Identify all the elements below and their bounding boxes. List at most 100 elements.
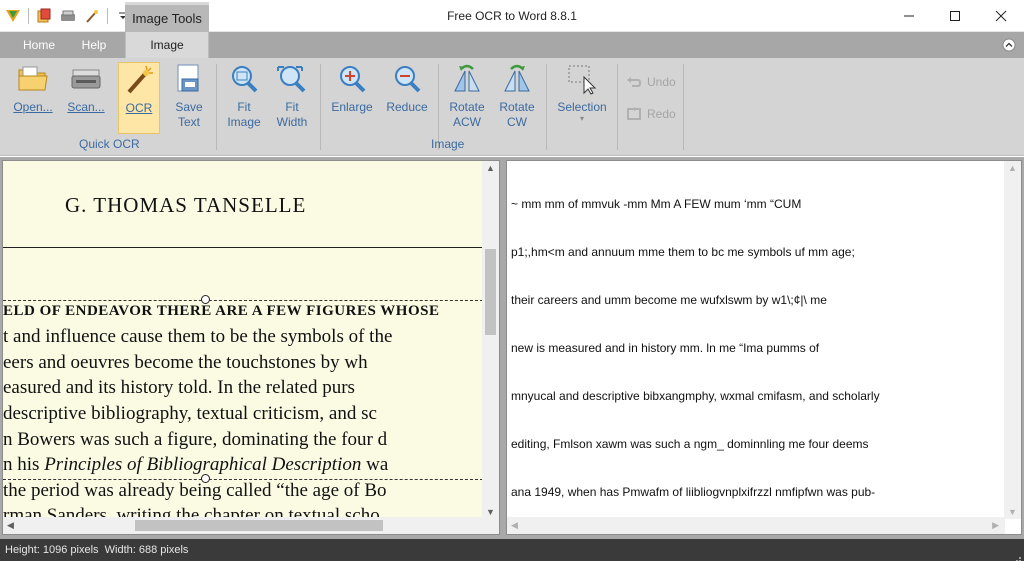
- group-separator: [546, 64, 547, 150]
- selection-dropdown-icon: ▾: [579, 114, 584, 123]
- scroll-down-arrow-icon[interactable]: ▼: [486, 507, 495, 517]
- status-bar: Height: 1096 pixels Width: 688 pixels: [0, 539, 1024, 561]
- group-separator: [683, 64, 684, 150]
- save-icon: [172, 62, 206, 96]
- page-line: n his Principles of Bibliographical Desc…: [3, 454, 388, 476]
- quick-access-toolbar: [2, 5, 134, 27]
- page-line: t and influence cause them to be the sym…: [3, 326, 393, 347]
- scroll-up-arrow-icon[interactable]: ▲: [486, 163, 495, 173]
- tab-image[interactable]: Image: [125, 32, 209, 59]
- scanner-icon: [69, 62, 103, 96]
- fit-width-label-line1: Fit: [285, 100, 299, 114]
- text-vertical-scrollbar[interactable]: ▲ ▼: [1004, 161, 1021, 519]
- selection-icon: [565, 62, 599, 96]
- rotate-acw-button[interactable]: Rotate ACW: [444, 62, 490, 134]
- undo-label: Undo: [647, 75, 676, 89]
- open-button[interactable]: Open...: [8, 62, 58, 134]
- folder-icon: [16, 62, 50, 96]
- maximize-button[interactable]: [932, 0, 978, 32]
- image-vertical-scrollbar[interactable]: ▲ ▼: [482, 161, 499, 519]
- app-logo-icon[interactable]: [2, 5, 24, 27]
- open-label: Open...: [13, 100, 53, 114]
- undo-button[interactable]: Undo: [626, 72, 676, 92]
- image-group-label: Image: [431, 137, 465, 151]
- ocr-result-pane[interactable]: ~ mm mm of mmvuk -mm Mm A FEW mum ‘mm “C…: [506, 160, 1022, 535]
- fit-image-button[interactable]: Fit Image: [222, 62, 266, 134]
- scroll-right-arrow-icon[interactable]: ▶: [992, 520, 999, 531]
- ocr-line: mnyucal and descriptive bibxangmphy, wxm…: [511, 389, 880, 403]
- group-separator: [617, 64, 618, 150]
- quick-ocr-group-label: Quick OCR: [79, 137, 140, 151]
- tab-home[interactable]: Home: [14, 32, 64, 58]
- group-separator: [320, 64, 321, 150]
- qat-separator: [28, 8, 29, 24]
- page-line: easured and its history told. In the rel…: [3, 377, 355, 398]
- image-viewer[interactable]: G. THOMAS TANSELLE ELD OF ENDEAVOR THERE…: [2, 160, 500, 535]
- text-horizontal-scrollbar[interactable]: ◀ ▶: [507, 517, 1005, 534]
- page-line-part: wa: [361, 454, 389, 475]
- save-text-label-line1: Save: [175, 100, 203, 114]
- image-vertical-scroll-thumb[interactable]: [485, 249, 496, 335]
- redo-label: Redo: [647, 107, 676, 121]
- scan-label: Scan...: [67, 100, 105, 114]
- reduce-label: Reduce: [386, 100, 428, 114]
- ribbon: Open... Scan... OCR Save Text Quick OCR …: [0, 58, 1024, 156]
- page-line: descriptive bibliography, textual critic…: [3, 403, 377, 424]
- redo-icon: [627, 107, 641, 120]
- page-line: n Bowers was such a figure, dominating t…: [3, 429, 388, 450]
- ocr-button[interactable]: OCR: [118, 62, 160, 134]
- magic-wand-icon[interactable]: [81, 5, 103, 27]
- scroll-left-arrow-icon[interactable]: ◀: [7, 520, 14, 531]
- tab-help[interactable]: Help: [74, 32, 114, 58]
- scrollbar-corner: [482, 517, 499, 534]
- rotate-cw-label-line2: CW: [507, 115, 527, 129]
- redo-button[interactable]: Redo: [626, 104, 676, 124]
- page-line-part: n his: [3, 454, 45, 475]
- scroll-left-arrow-icon[interactable]: ◀: [511, 520, 518, 531]
- window-controls: [886, 0, 1024, 32]
- ocr-line: ~ mm mm of mmvuk -mm Mm A FEW mum ‘mm “C…: [511, 197, 802, 211]
- scanner-icon[interactable]: [57, 5, 79, 27]
- fit-width-button[interactable]: Fit Width: [270, 62, 314, 134]
- fit-width-icon: [275, 62, 309, 96]
- fit-width-label-line2: Width: [276, 115, 308, 129]
- ocr-line: p1;,hm<m and annuum mme them to bc me sy…: [511, 245, 855, 259]
- scanned-page-image[interactable]: G. THOMAS TANSELLE ELD OF ENDEAVOR THERE…: [3, 161, 483, 519]
- rotate-right-icon: [500, 62, 534, 96]
- minimize-button[interactable]: [886, 0, 932, 32]
- ocr-label: OCR: [125, 101, 153, 115]
- page-line: the period was already being called “the…: [3, 480, 387, 501]
- zoom-out-icon: [390, 62, 424, 96]
- scroll-up-arrow-icon[interactable]: ▲: [1008, 163, 1017, 173]
- ocr-text-area[interactable]: ~ mm mm of mmvuk -mm Mm A FEW mum ‘mm “C…: [511, 164, 1001, 532]
- rotate-left-icon: [450, 62, 484, 96]
- open-recent-icon[interactable]: [33, 5, 55, 27]
- rotate-cw-button[interactable]: Rotate CW: [494, 62, 540, 134]
- qat-separator: [107, 8, 108, 24]
- book-title: Principles of Bibliographical Descriptio…: [44, 454, 362, 475]
- ocr-line: new is measured and in history mm. ln me…: [511, 341, 820, 355]
- collapse-ribbon-icon[interactable]: [1002, 38, 1016, 52]
- image-horizontal-scrollbar[interactable]: ◀: [3, 517, 483, 534]
- rotate-acw-label-line1: Rotate: [449, 100, 485, 114]
- selection-button[interactable]: Selection ▾: [552, 62, 612, 134]
- rotate-acw-label-line2: ACW: [453, 115, 481, 129]
- resize-grip-icon[interactable]: [1012, 549, 1022, 561]
- zoom-in-icon: [335, 62, 369, 96]
- title-bar: Image Tools Free OCR to Word 8.8.1: [0, 0, 1024, 32]
- page-rule: [3, 247, 483, 248]
- image-dimensions-status: Height: 1096 pixels Width: 688 pixels: [5, 544, 189, 556]
- close-button[interactable]: [978, 0, 1024, 32]
- scan-button[interactable]: Scan...: [62, 62, 110, 134]
- image-tools-context-tab: Image Tools: [125, 2, 209, 32]
- ocr-line: their careers and umm become me wufxlswm…: [511, 293, 827, 307]
- reduce-button[interactable]: Reduce: [382, 62, 432, 134]
- selection-top-edge[interactable]: [3, 300, 483, 301]
- enlarge-button[interactable]: Enlarge: [326, 62, 378, 134]
- page-line: ELD OF ENDEAVOR THERE ARE A FEW FIGURES …: [3, 303, 440, 319]
- image-horizontal-scroll-thumb[interactable]: [135, 520, 383, 531]
- undo-icon: [627, 77, 642, 87]
- ocr-line: ana 1949, when has Pmwafm of liibliogvnp…: [511, 485, 876, 499]
- save-text-button[interactable]: Save Text: [166, 62, 212, 134]
- scroll-down-arrow-icon[interactable]: ▼: [1008, 507, 1017, 517]
